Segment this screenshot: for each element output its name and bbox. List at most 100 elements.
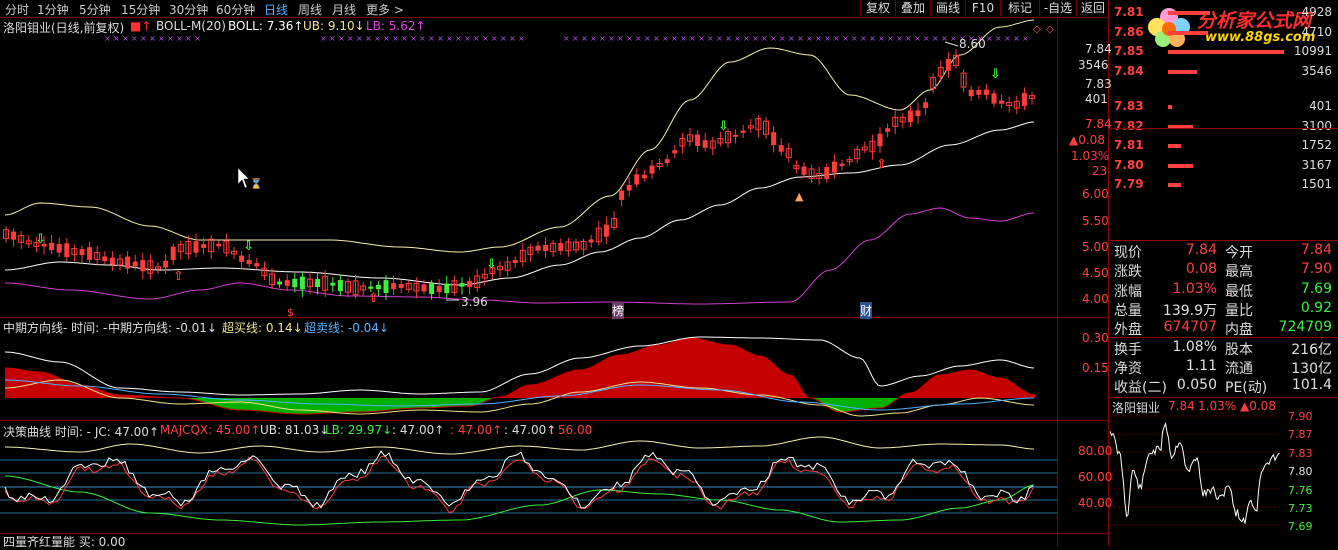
tag-cai[interactable]: 财 — [860, 302, 873, 319]
candle-body — [398, 284, 404, 288]
quote-row: 净资 1.11 流通 130亿 — [1112, 358, 1334, 377]
book-divider — [1109, 240, 1338, 241]
candle-body — [778, 145, 784, 152]
order-bar — [1168, 144, 1181, 148]
signal-marker: × — [365, 34, 372, 43]
signal-marker: × — [392, 34, 399, 43]
buy-arrow-icon: ⇧ — [876, 157, 887, 172]
quote-key: 涨幅 — [1114, 283, 1142, 300]
signal-marker: × — [842, 34, 849, 43]
signal-marker: × — [437, 34, 444, 43]
mid-line-value: 中期方向线: -0.01↓ — [108, 321, 217, 335]
signal-marker: × — [698, 34, 705, 43]
mid-panel-title: 中期方向线- 时间: - — [3, 321, 108, 335]
signal-marker: × — [149, 34, 156, 43]
order-bar — [1168, 163, 1193, 168]
candle-body — [391, 283, 397, 290]
candle-body — [87, 247, 93, 260]
axis-tick: 5.00 — [1082, 240, 1109, 254]
decision-axis-tick: 60.00 — [1078, 470, 1113, 484]
mini-axis-tick: 7.87 — [1288, 428, 1313, 442]
order-book-row[interactable]: 7.81 1752 — [1112, 138, 1334, 155]
order-book-row[interactable]: 7.79 1501 — [1112, 177, 1334, 194]
axis-tick: 5.50 — [1082, 214, 1109, 228]
order-book-row[interactable]: 7.86 4710 — [1112, 25, 1334, 42]
cursor-icon — [237, 167, 250, 189]
candle-body — [543, 244, 549, 251]
quote-value: 130亿 — [1291, 360, 1332, 377]
decision-panel-title: 决策曲线 时间: - JC: 47.00↑ — [3, 425, 160, 439]
quote-key: 今开 — [1225, 245, 1253, 261]
candle-body — [277, 281, 283, 285]
order-volume: 401 — [1309, 99, 1332, 113]
quote-value: 7.69 — [1300, 280, 1332, 297]
candle-body — [923, 102, 929, 109]
volume-indicator-label: 四量齐红量能 买: 0.00 — [3, 535, 126, 549]
candle-body — [56, 243, 62, 253]
candle-body — [284, 280, 290, 286]
order-price: 7.80 — [1114, 157, 1144, 172]
mini-axis-tick: 7.73 — [1288, 502, 1313, 515]
signal-marker: × — [779, 34, 786, 43]
order-volume: 3100 — [1301, 118, 1332, 133]
signal-marker: × — [941, 34, 948, 43]
order-price: 7.83 — [1114, 99, 1144, 113]
signal-marker: × — [446, 34, 453, 43]
order-book-row[interactable]: 7.85 10991 — [1112, 44, 1334, 61]
candle-body — [991, 93, 997, 104]
axis-bid-vol: 401 — [1085, 92, 1108, 106]
candle-body — [983, 89, 989, 95]
candle-body — [170, 246, 176, 261]
signal-marker: × — [140, 34, 147, 43]
signal-marker: × — [410, 34, 417, 43]
candlestick-chart: × × × × × × × × × × × × × × × × × × × × × × × × × × × × × × × × × × × × × × × ×… — [3, 19, 1054, 319]
signal-marker: × — [860, 34, 867, 43]
mini-price: 7.84 — [1168, 399, 1195, 413]
candle-body — [254, 263, 260, 267]
candle-body — [740, 130, 746, 133]
order-book-row[interactable]: 7.84 3546 — [1112, 64, 1334, 81]
signal-marker: × — [383, 34, 390, 43]
tag-bang[interactable]: 榜 — [612, 302, 625, 319]
signal-marker: × — [401, 34, 408, 43]
divider — [0, 420, 1108, 421]
order-volume: 1501 — [1301, 177, 1332, 191]
signal-marker: × — [509, 34, 516, 43]
order-bar — [1168, 11, 1210, 15]
quote-key: 股本 — [1225, 341, 1253, 358]
mini-intraday-chart — [1109, 413, 1280, 546]
mid-direction-panel — [4, 336, 1036, 417]
candle-body — [11, 231, 17, 240]
quote-value: 0.08 — [1185, 261, 1217, 278]
signal-marker: × — [851, 34, 858, 43]
candle-body — [801, 166, 807, 175]
order-book-row[interactable]: 7.83 401 — [1112, 99, 1334, 116]
signal-marker: × — [428, 34, 435, 43]
order-book-row[interactable]: 7.81 4928 — [1112, 5, 1334, 22]
candle-body — [429, 283, 435, 295]
candle-body — [239, 255, 245, 262]
candle-body — [968, 89, 974, 97]
order-book-row[interactable]: 7.82 3100 — [1112, 119, 1334, 136]
book-divider — [1109, 397, 1338, 398]
candle-body — [330, 282, 336, 286]
candle-body — [664, 159, 670, 163]
candle-body — [641, 174, 647, 179]
candle-body — [512, 260, 518, 264]
mini-bg — [1110, 413, 1280, 546]
candle-body — [619, 190, 625, 200]
axis-count: 23 — [1092, 164, 1108, 178]
candle-body — [831, 161, 837, 173]
candle-body — [299, 276, 305, 290]
candle-body — [102, 256, 108, 262]
order-volume: 10991 — [1293, 44, 1332, 58]
diamond-icon: ◇ — [1046, 24, 1054, 35]
order-price: 7.82 — [1114, 118, 1144, 133]
signal-marker: × — [986, 34, 993, 43]
quote-value: 139.9万 — [1162, 302, 1217, 319]
overbought-line — [4, 336, 1035, 396]
divider — [0, 317, 1108, 318]
signal-marker: × — [617, 34, 624, 43]
signal-marker: × — [671, 34, 678, 43]
order-book-row[interactable]: 7.80 3167 — [1112, 158, 1334, 175]
